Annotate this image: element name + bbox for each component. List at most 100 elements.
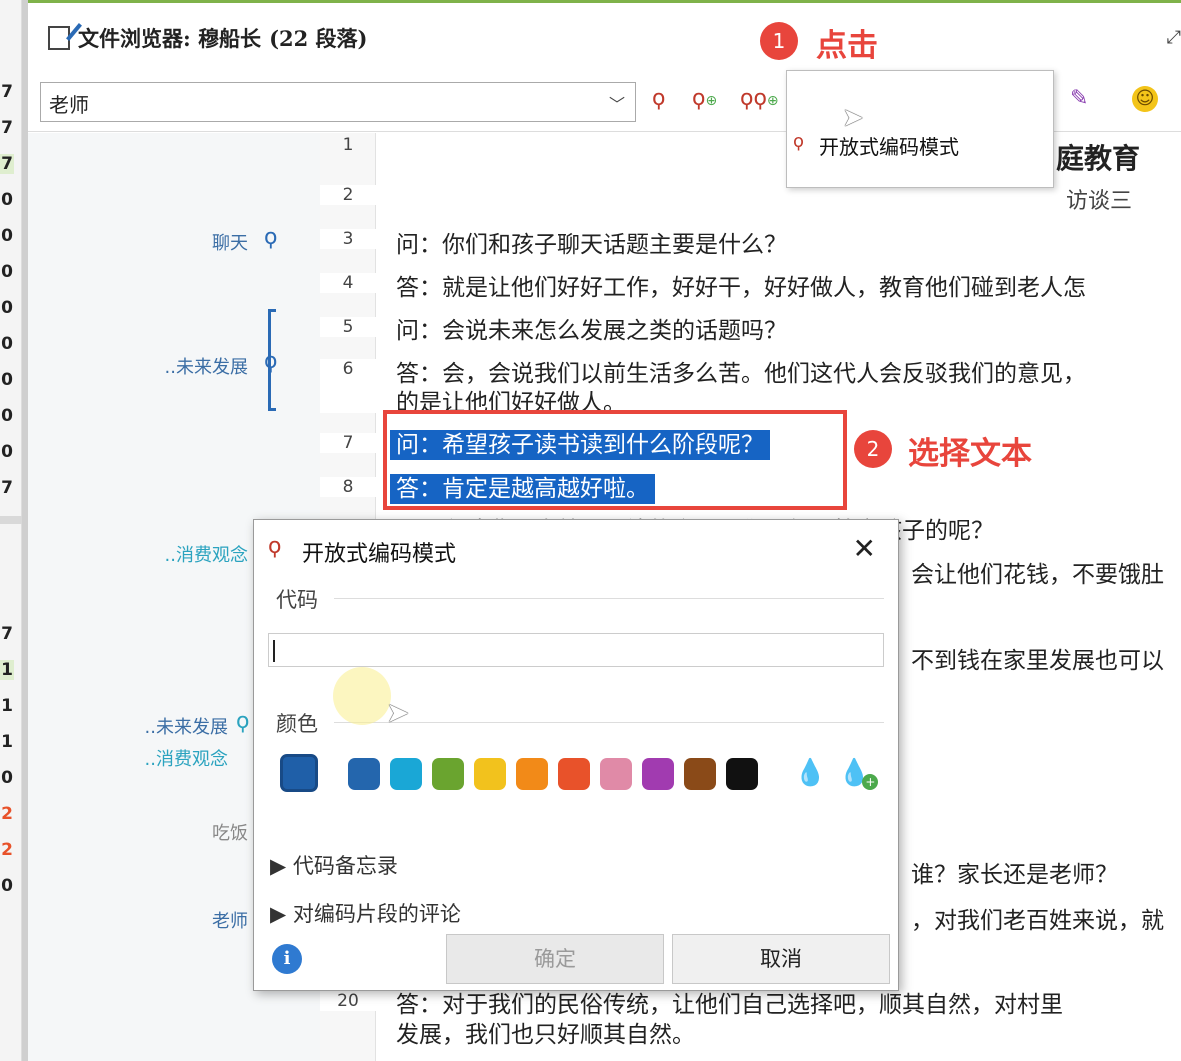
code-combobox-value: 老师	[49, 93, 89, 117]
ok-button[interactable]: 确定	[446, 934, 664, 984]
tooltip-text: 开放式编码模式	[819, 135, 959, 159]
window-title-text: 文件浏览器: 穆船长	[78, 26, 262, 51]
code-memo-label: 代码备忘录	[292, 854, 398, 878]
divider	[334, 598, 884, 599]
code-label-future[interactable]: ..未来发展	[8, 713, 228, 739]
line-number: 20	[320, 991, 376, 1011]
color-section-label: 颜色	[276, 712, 318, 736]
color-picker-icon[interactable]: 💧	[794, 758, 826, 788]
open-coding-icon: ϙ	[793, 131, 805, 152]
dialog-titlebar: ϙ 开放式编码模式 ✕	[254, 520, 898, 578]
color-swatch-red[interactable]	[558, 758, 590, 790]
color-swatch-pink[interactable]	[600, 758, 632, 790]
count: 0	[1, 406, 13, 426]
text-caret	[273, 640, 275, 662]
color-swatch-black[interactable]	[726, 758, 758, 790]
line-number: 6	[320, 359, 376, 413]
paragraph-4[interactable]: 答：就是让他们好好工作，好好干，好好做人，教育他们碰到老人怎	[396, 268, 1086, 302]
color-swatch-brown[interactable]	[684, 758, 716, 790]
count: 7	[1, 118, 13, 138]
edit-document-icon	[48, 26, 70, 50]
line-number: 2	[320, 185, 376, 205]
chevron-down-icon[interactable]: ﹀	[609, 91, 625, 115]
mouse-pointer-icon: ➤	[386, 696, 410, 729]
code-marker-icon[interactable]: ϙ	[236, 709, 249, 734]
count: 0	[1, 226, 13, 246]
color-swatch-cyan[interactable]	[390, 758, 422, 790]
count: 2	[1, 840, 13, 860]
document-subheading: 访谈三	[1066, 189, 1133, 214]
step-callout: 点击	[816, 28, 878, 64]
color-swatch-purple[interactable]	[642, 758, 674, 790]
code-label-meal[interactable]: 吃饭	[28, 819, 248, 845]
paragraph-count: (22 段落)	[269, 26, 368, 51]
count: 0	[1, 298, 13, 318]
info-icon[interactable]: i	[272, 944, 302, 974]
open-coding-tooltip: ϙ 开放式编码模式	[786, 70, 1054, 188]
left-count-column: 7 7 7 0 0 0 0 0 0 0 0 7 7 1 1 1 0 2 2 0	[0, 0, 22, 1061]
dialog-title: 开放式编码模式	[302, 542, 457, 567]
code-multi-icon[interactable]: ϙϙ⊕	[740, 86, 779, 111]
count: 0	[1, 334, 13, 354]
code-label-consumption[interactable]: ..消费观念	[28, 541, 248, 567]
count: 2	[1, 804, 13, 824]
line-number: 3	[320, 229, 376, 249]
code-label-future[interactable]: ..未来发展	[28, 353, 248, 379]
segment-comment-expander[interactable]: ▶ 对编码片段的评论	[270, 898, 461, 928]
document-heading: 庭教育	[1056, 142, 1141, 175]
paragraph-10-visible[interactable]: 会让他们花钱，不要饿肚	[911, 555, 1164, 589]
segment-comment-label: 对编码片段的评论	[292, 902, 461, 926]
pin-icon[interactable]: ⤢	[1167, 27, 1181, 48]
paragraph-3[interactable]: 问：你们和孩子聊天话题主要是什么？	[396, 225, 787, 259]
code-label-teacher[interactable]: 老师	[28, 907, 248, 933]
cancel-button[interactable]: 取消	[672, 934, 890, 984]
code-section-label: 代码	[276, 588, 318, 612]
color-swatch-green[interactable]	[432, 758, 464, 790]
count: 0	[1, 768, 13, 788]
code-icon[interactable]: ϙ	[652, 86, 665, 111]
new-code-icon[interactable]: ϙ⊕	[692, 86, 717, 111]
count: 7	[1, 82, 13, 102]
count: 0	[1, 190, 13, 210]
line-number: 1	[342, 135, 354, 155]
code-name-input[interactable]	[268, 633, 884, 667]
count: 7	[0, 154, 14, 174]
code-marker-icon[interactable]: ϙ	[264, 225, 277, 250]
step-badge: 2	[854, 430, 892, 468]
count: 0	[1, 262, 13, 282]
count: 1	[0, 660, 14, 680]
emoticon-icon[interactable]: ☺	[1132, 86, 1158, 112]
document-browser-window: 文件浏览器: 穆船长 (22 段落) ⤢ 老师 ﹀ ϙ ϙ⊕ ϙϙ⊕ ϙ ✎ ✎…	[22, 0, 1181, 1061]
color-swatch-selected[interactable]	[280, 754, 318, 792]
count: 7	[1, 478, 13, 498]
window-title: 文件浏览器: 穆船长 (22 段落)	[48, 23, 367, 53]
step-callout: 选择文本	[908, 436, 1032, 472]
open-coding-icon: ϙ	[268, 534, 282, 559]
close-icon[interactable]: ✕	[853, 532, 876, 565]
divider	[334, 722, 884, 723]
code-combobox[interactable]: 老师 ﹀	[40, 82, 636, 122]
line-number: 4	[320, 273, 376, 293]
window-titlebar: 文件浏览器: 穆船长 (22 段落) ⤢	[28, 0, 1181, 68]
code-marker-icon[interactable]: ϙ	[264, 349, 277, 374]
count: 7	[1, 624, 13, 644]
color-swatch-yellow[interactable]	[474, 758, 506, 790]
code-label-consumption[interactable]: ..消费观念	[8, 745, 228, 771]
count: 0	[1, 442, 13, 462]
color-swatch-blue[interactable]	[348, 758, 380, 790]
line-number: 8	[320, 477, 376, 497]
add-color-icon[interactable]: 💧 +	[838, 758, 879, 790]
paragraph-20-cont[interactable]: 发展，我们也只好顺其自然。	[396, 1015, 695, 1049]
paragraph-visible[interactable]: 谁？家长还是老师？	[911, 855, 1118, 889]
code-label-chat[interactable]: 聊天	[28, 229, 248, 255]
paragraph-visible[interactable]: ，对我们老百姓来说，就	[911, 901, 1164, 935]
color-swatch-orange[interactable]	[516, 758, 548, 790]
code-memo-expander[interactable]: ▶ 代码备忘录	[270, 850, 398, 880]
paragraph-visible[interactable]: 不到钱在家里发展也可以	[911, 641, 1164, 675]
line-number: 5	[320, 317, 376, 337]
paragraph-5[interactable]: 问：会说未来怎么发展之类的话题吗？	[396, 311, 787, 345]
line-number: 7	[320, 433, 376, 453]
mouse-pointer-icon: ➤	[842, 103, 864, 133]
open-coding-dialog: ϙ 开放式编码模式 ✕ 代码 颜色 💧 💧 + ▶ 代码备忘录 ▶ 对编码片段的评…	[253, 519, 899, 991]
purple-highlighter-icon[interactable]: ✎	[1070, 86, 1088, 111]
